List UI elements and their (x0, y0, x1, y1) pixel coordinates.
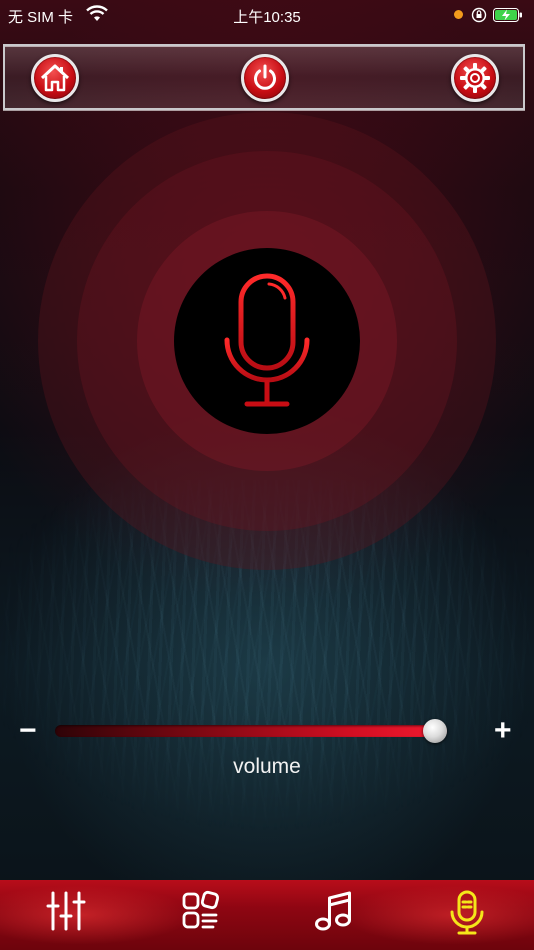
status-bar: 无 SIM 卡 上午10:35 (0, 0, 534, 30)
power-icon (254, 64, 276, 90)
gear-icon (460, 63, 490, 93)
volume-down-button[interactable]: − (19, 716, 37, 746)
microphone-icon (224, 273, 310, 407)
tab-music[interactable] (303, 890, 363, 940)
home-button[interactable] (31, 54, 79, 102)
volume-up-button[interactable]: + (494, 716, 512, 746)
power-button[interactable] (241, 54, 289, 102)
volume-label: volume (233, 755, 301, 778)
tab-bar (0, 880, 534, 950)
recording-dot-icon (454, 10, 463, 19)
music-note-icon (315, 891, 351, 931)
tab-microphone[interactable] (437, 890, 497, 940)
settings-button[interactable] (451, 54, 499, 102)
top-toolbar (3, 44, 525, 110)
microphone-button[interactable] (174, 248, 360, 434)
volume-slider[interactable] (55, 725, 447, 737)
apps-grid-icon (182, 890, 220, 929)
battery-charging-icon (493, 8, 523, 26)
tab-equalizer[interactable] (36, 890, 96, 940)
tab-apps[interactable] (171, 890, 231, 940)
microphone-icon (450, 890, 484, 935)
home-icon (40, 64, 70, 92)
orientation-lock-icon (471, 7, 487, 27)
equalizer-sliders-icon (46, 891, 86, 931)
